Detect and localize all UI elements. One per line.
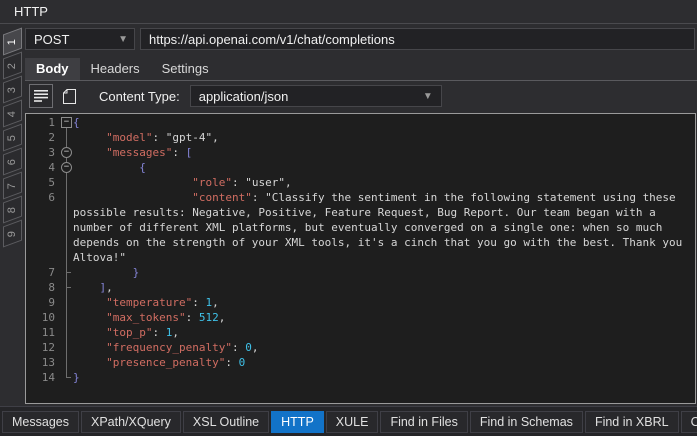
new-document-button[interactable] <box>57 84 81 108</box>
bottom-tab-find-in-schemas[interactable]: Find in Schemas <box>470 411 583 433</box>
line-number: 10 <box>26 310 60 325</box>
code-text: "temperature": 1, <box>73 295 695 310</box>
code-text: "presence_penalty": 0 <box>73 355 695 370</box>
chevron-down-icon: ▼ <box>423 91 433 102</box>
side-tab-label: 2 <box>7 62 19 68</box>
side-tab-label: 5 <box>7 134 19 140</box>
side-tab-label: 4 <box>7 110 19 116</box>
bottom-tab-http[interactable]: HTTP <box>271 411 324 433</box>
bottom-tab-bar: MessagesXPath/XQueryXSL OutlineHTTPXULEF… <box>0 406 697 436</box>
line-number: 9 <box>26 295 60 310</box>
line-number: 14 <box>26 370 60 385</box>
bottom-tab-find-in-xbrl[interactable]: Find in XBRL <box>585 411 679 433</box>
code-editor[interactable]: 1{2 "model": "gpt-4",3 "messages": [4 {5… <box>25 113 696 404</box>
fold-guide <box>60 175 73 190</box>
bottom-tab-xpath-xquery[interactable]: XPath/XQuery <box>81 411 181 433</box>
bottom-tab-charts[interactable]: Charts <box>681 411 697 433</box>
view-tab-bar: BodyHeadersSettings <box>25 56 697 81</box>
side-tab-label: 9 <box>7 230 19 236</box>
code-text: "messages": [ <box>73 145 695 160</box>
fold-guide <box>60 355 73 370</box>
fold-guide <box>60 310 73 325</box>
fold-marker[interactable] <box>60 115 73 130</box>
code-line: 1{ <box>26 115 695 130</box>
fold-guide <box>60 265 73 280</box>
side-tab-9[interactable]: 9 <box>3 220 22 248</box>
fold-guide <box>60 280 73 295</box>
fold-marker[interactable] <box>60 160 73 175</box>
word-wrap-icon <box>34 90 48 102</box>
code-text: { <box>73 160 695 175</box>
side-tab-label: 7 <box>7 182 19 188</box>
line-number: 6 <box>26 190 60 205</box>
code-text: ], <box>73 280 695 295</box>
line-number: 7 <box>26 265 60 280</box>
fold-guide <box>60 295 73 310</box>
line-number: 5 <box>26 175 60 190</box>
code-text: "model": "gpt-4", <box>73 130 695 145</box>
code-line: 9 "temperature": 1, <box>26 295 695 310</box>
request-content: POST ▼ BodyHeadersSettings <box>25 24 697 406</box>
body-toolbar: Content Type: application/json ▼ <box>25 81 697 111</box>
line-number: 4 <box>26 160 60 175</box>
side-tab-label: 1 <box>7 38 19 44</box>
fold-guide <box>60 190 73 265</box>
code-line: 10 "max_tokens": 512, <box>26 310 695 325</box>
line-number: 13 <box>26 355 60 370</box>
panel-title: HTTP <box>0 0 697 24</box>
code-text: } <box>73 370 695 385</box>
method-dropdown[interactable]: POST ▼ <box>25 28 135 50</box>
line-number: 11 <box>26 325 60 340</box>
side-tab-label: 8 <box>7 206 19 212</box>
code-line: 13 "presence_penalty": 0 <box>26 355 695 370</box>
fold-guide <box>60 325 73 340</box>
code-line: 2 "model": "gpt-4", <box>26 130 695 145</box>
code-line: 5 "role": "user", <box>26 175 695 190</box>
code-text: "max_tokens": 512, <box>73 310 695 325</box>
word-wrap-button[interactable] <box>29 84 53 108</box>
side-tab-label: 6 <box>7 158 19 164</box>
code-text: } <box>73 265 695 280</box>
bottom-tab-find-in-files[interactable]: Find in Files <box>380 411 467 433</box>
tab-headers[interactable]: Headers <box>80 58 151 80</box>
code-text: "top_p": 1, <box>73 325 695 340</box>
fold-marker[interactable] <box>60 145 73 160</box>
content-type-label: Content Type: <box>99 89 180 104</box>
bottom-tab-xsl-outline[interactable]: XSL Outline <box>183 411 269 433</box>
code-line: 14} <box>26 370 695 385</box>
line-number: 12 <box>26 340 60 355</box>
code-line: 12 "frequency_penalty": 0, <box>26 340 695 355</box>
side-tab-strip: 1 2 3 4 5 6 7 8 9 <box>0 24 25 406</box>
chevron-down-icon: ▼ <box>118 34 128 45</box>
line-number: 1 <box>26 115 60 130</box>
line-number: 8 <box>26 280 60 295</box>
side-tab-label: 3 <box>7 86 19 92</box>
code-text: "content": "Classify the sentiment in th… <box>73 190 695 265</box>
code-text: { <box>73 115 695 130</box>
content-type-value: application/json <box>199 89 423 104</box>
line-number: 2 <box>26 130 60 145</box>
http-panel: 123456789 POST ▼ BodyHeadersSettings <box>0 24 697 406</box>
fold-guide <box>60 130 73 145</box>
code-line: 4 { <box>26 160 695 175</box>
tab-body[interactable]: Body <box>25 58 80 80</box>
content-type-dropdown[interactable]: application/json ▼ <box>190 85 442 107</box>
code-text: "role": "user", <box>73 175 695 190</box>
bottom-tab-messages[interactable]: Messages <box>2 411 79 433</box>
new-document-icon <box>63 89 76 104</box>
code-line: 8 ], <box>26 280 695 295</box>
code-text: "frequency_penalty": 0, <box>73 340 695 355</box>
url-input[interactable] <box>140 28 695 50</box>
tab-settings[interactable]: Settings <box>151 58 220 80</box>
code-line: 3 "messages": [ <box>26 145 695 160</box>
code-line: 7 } <box>26 265 695 280</box>
line-number: 3 <box>26 145 60 160</box>
fold-guide <box>60 340 73 355</box>
request-row: POST ▼ <box>25 28 695 52</box>
fold-guide <box>60 370 73 385</box>
code-line: 11 "top_p": 1, <box>26 325 695 340</box>
code-line: 6 "content": "Classify the sentiment in … <box>26 190 695 265</box>
method-value: POST <box>34 32 118 47</box>
bottom-tab-xule[interactable]: XULE <box>326 411 379 433</box>
